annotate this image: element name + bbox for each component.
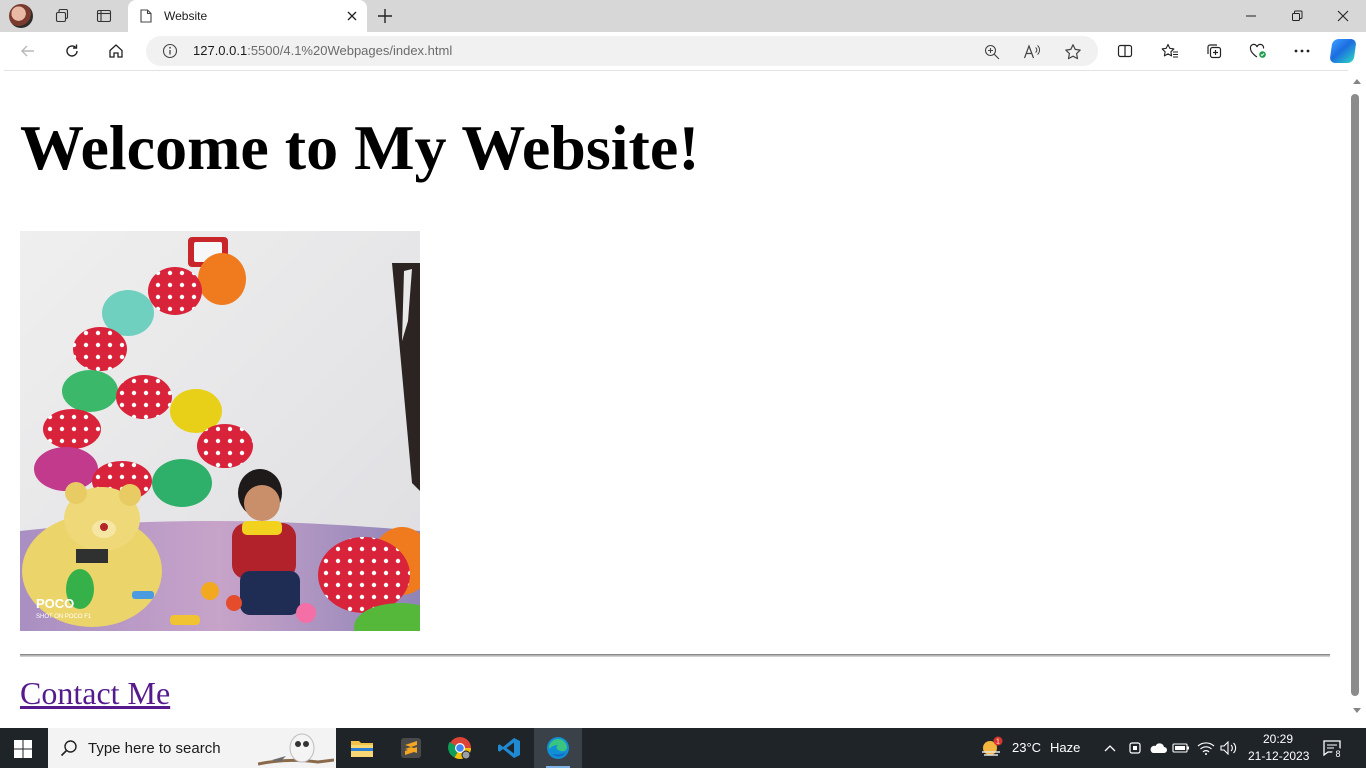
url-text[interactable]: 127.0.0.1:5500/4.1%20Webpages/index.html (193, 43, 452, 58)
address-bar[interactable]: 127.0.0.1:5500/4.1%20Webpages/index.html (146, 36, 1098, 66)
onedrive-cloud-icon[interactable] (1149, 739, 1167, 757)
photo-watermark-brand: POCO (36, 596, 74, 611)
browser-toolbar: 127.0.0.1:5500/4.1%20Webpages/index.html (0, 32, 1366, 70)
collections-icon[interactable] (1200, 39, 1228, 63)
weather-temp[interactable]: 23°C (1012, 740, 1041, 755)
tab-actions-icon[interactable] (91, 4, 117, 28)
taskbar-file-explorer[interactable] (338, 728, 386, 768)
windows-taskbar: Type here to search 1 23°C Haze 20:29 21… (0, 728, 1366, 768)
windows-start-icon[interactable] (14, 740, 32, 758)
copilot-icon[interactable] (1329, 39, 1357, 63)
weather-badge: 1 (996, 739, 1000, 746)
folder-icon (351, 741, 373, 757)
minimize-icon[interactable] (1228, 0, 1274, 32)
page-scrollbar[interactable] (1348, 70, 1366, 724)
restore-icon[interactable] (1274, 0, 1320, 32)
close-window-icon[interactable] (1320, 0, 1366, 32)
search-icon (60, 740, 77, 757)
home-icon[interactable] (102, 39, 130, 63)
clock-date[interactable]: 21-12-2023 (1248, 749, 1309, 763)
weather-icon[interactable]: 1 (980, 736, 1004, 758)
sublime-text-icon (401, 738, 421, 758)
favorite-star-icon[interactable] (1063, 42, 1083, 62)
scroll-up-arrow-icon[interactable] (1353, 79, 1361, 84)
vscode-icon (498, 738, 520, 758)
taskbar-vscode[interactable] (485, 728, 533, 768)
browser-essentials-icon[interactable] (1244, 39, 1272, 63)
battery-icon[interactable] (1172, 739, 1190, 757)
tab-website[interactable]: Website (128, 0, 367, 32)
notification-count: 8 (1332, 748, 1344, 760)
tab-strip: Website (0, 0, 1366, 32)
birthday-photo: POCO SHOT ON POCO F1 (20, 231, 420, 631)
scrollbar-thumb[interactable] (1351, 94, 1359, 696)
tab-title: Website (164, 9, 208, 23)
search-placeholder: Type here to search (88, 740, 221, 757)
volume-icon[interactable] (1220, 739, 1238, 757)
page-heading: Welcome to My Website! (20, 112, 700, 183)
profile-avatar[interactable] (9, 4, 33, 28)
page-viewport: Welcome to My Website! POCO SHOT ON POCO… (4, 70, 1348, 724)
owl-illustration-icon (258, 733, 334, 766)
taskbar-sublime-text[interactable] (387, 728, 435, 768)
taskbar-chrome[interactable] (436, 728, 484, 768)
zoom-icon[interactable] (982, 42, 1002, 62)
close-tab-icon[interactable] (345, 9, 359, 23)
workspaces-icon[interactable] (49, 4, 75, 28)
scroll-down-arrow-icon[interactable] (1353, 708, 1361, 713)
split-screen-icon[interactable] (1111, 39, 1139, 63)
chrome-icon (448, 737, 471, 760)
refresh-icon[interactable] (58, 39, 86, 63)
weather-condition[interactable]: Haze (1050, 740, 1080, 755)
taskbar-edge[interactable] (534, 728, 582, 768)
read-aloud-icon[interactable] (1022, 42, 1042, 62)
wifi-icon[interactable] (1197, 739, 1215, 757)
horizontal-rule (20, 654, 1330, 657)
new-tab-icon[interactable] (374, 5, 396, 27)
notification-center-icon[interactable]: 8 (1322, 738, 1344, 760)
meet-now-icon[interactable] (1126, 739, 1144, 757)
site-info-icon[interactable] (162, 43, 178, 59)
photo-watermark-sub: SHOT ON POCO F1 (36, 614, 92, 620)
taskbar-search-box[interactable]: Type here to search (48, 728, 336, 768)
clock-time[interactable]: 20:29 (1263, 732, 1293, 746)
favorites-icon[interactable] (1156, 39, 1184, 63)
show-hidden-icons-chevron-icon[interactable] (1101, 739, 1119, 757)
more-menu-icon[interactable] (1288, 39, 1316, 63)
edge-icon (547, 737, 569, 759)
page-icon (140, 9, 152, 23)
back-icon[interactable] (14, 39, 42, 63)
contact-me-link[interactable]: Contact Me (20, 675, 170, 712)
